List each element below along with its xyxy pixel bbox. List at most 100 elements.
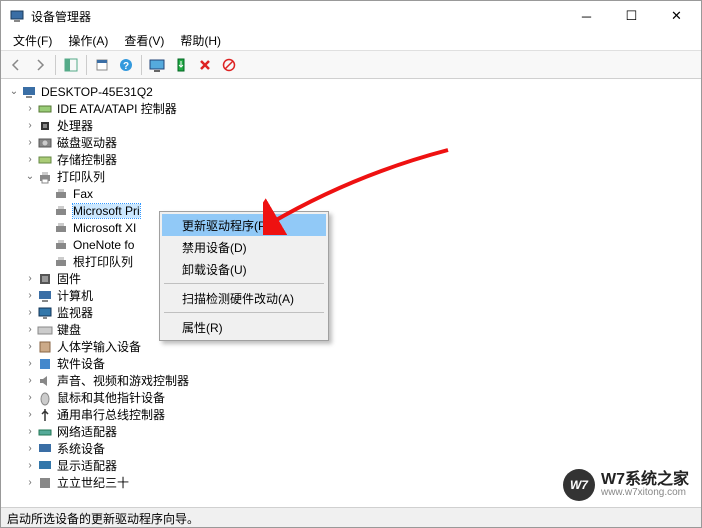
disable-button[interactable] [218,54,240,76]
minimize-button[interactable]: ─ [564,2,609,30]
tree-item-usb[interactable]: › 通用串行总线控制器 [3,406,699,423]
tree-item-mouse[interactable]: › 鼠标和其他指针设备 [3,389,699,406]
tree-item-hid[interactable]: › 人体学输入设备 [3,338,699,355]
tree-label: 存储控制器 [57,151,117,168]
ctx-properties[interactable]: 属性(R) [162,316,326,338]
tree-item-software[interactable]: › 软件设备 [3,355,699,372]
status-text: 启动所选设备的更新驱动程序向导。 [7,512,199,526]
tree-item-keyboard[interactable]: › 键盘 [3,321,699,338]
expand-icon[interactable]: › [23,154,37,165]
devmgmt-icon [9,8,25,24]
expand-icon[interactable]: › [23,443,37,454]
expand-icon[interactable]: › [23,375,37,386]
watermark: W7 W7系统之家 www.w7xitong.com [563,469,689,501]
expand-icon[interactable]: ⌄ [7,86,21,97]
tree-item-network[interactable]: › 网络适配器 [3,423,699,440]
expand-icon[interactable]: › [23,409,37,420]
menu-file[interactable]: 文件(F) [5,30,60,51]
ctx-scan-hardware[interactable]: 扫描检测硬件改动(A) [162,287,326,309]
toolbar-separator [86,55,87,75]
ctx-uninstall-device[interactable]: 卸载设备(U) [162,258,326,280]
expand-icon[interactable]: › [23,290,37,301]
display-icon [37,458,53,474]
tree-item-printq[interactable]: ⌄ 打印队列 [3,168,699,185]
tree-label: 显示适配器 [57,457,117,474]
tree-item-rootprint[interactable]: 根打印队列 [3,253,699,270]
tree-item-msxps[interactable]: Microsoft XI [3,219,699,236]
tree-item-computer[interactable]: › 计算机 [3,287,699,304]
tree-item-firmware[interactable]: › 固件 [3,270,699,287]
forward-button[interactable] [29,54,51,76]
properties-button[interactable] [91,54,113,76]
toolbar: ? [1,51,701,79]
storage-icon [37,152,53,168]
maximize-button[interactable]: ☐ [609,2,654,30]
tree-label: 人体学输入设备 [57,338,141,355]
tree-label: 键盘 [57,321,81,338]
tree-label: Fax [73,187,93,201]
scan-hardware-button[interactable] [146,54,168,76]
mouse-icon [37,390,53,406]
window-title: 设备管理器 [31,8,564,25]
hid-icon [37,339,53,355]
printer-icon [53,220,69,236]
toolbar-separator [141,55,142,75]
ctx-disable-device[interactable]: 禁用设备(D) [162,236,326,258]
menu-help[interactable]: 帮助(H) [172,30,229,51]
show-hide-tree-button[interactable] [60,54,82,76]
tree-label: IDE ATA/ATAPI 控制器 [57,100,177,117]
tree-label: 通用串行总线控制器 [57,406,165,423]
tree-item-sound[interactable]: › 声音、视频和游戏控制器 [3,372,699,389]
ctx-separator [164,283,324,284]
expand-icon[interactable]: › [23,426,37,437]
tree-item-system[interactable]: › 系统设备 [3,440,699,457]
expand-icon[interactable]: ⌄ [23,171,37,182]
tree-item-cpu[interactable]: › 处理器 [3,117,699,134]
tree-label: 计算机 [57,287,93,304]
expand-icon[interactable]: › [23,324,37,335]
computer-icon [37,288,53,304]
device-tree[interactable]: ⌄ DESKTOP-45E31Q2 › IDE ATA/ATAPI 控制器 › … [3,81,699,505]
uninstall-button[interactable] [194,54,216,76]
cpu-icon [37,118,53,134]
printer-icon [53,254,69,270]
expand-icon[interactable]: › [23,460,37,471]
expand-icon[interactable]: › [23,120,37,131]
computer-icon [21,84,37,100]
tree-item-disk[interactable]: › 磁盘驱动器 [3,134,699,151]
menu-action[interactable]: 操作(A) [60,30,116,51]
expand-icon[interactable]: › [23,477,37,488]
printer-icon [53,237,69,253]
svg-text:?: ? [123,61,129,72]
tree-item-onenote[interactable]: OneNote fo [3,236,699,253]
expand-icon[interactable]: › [23,392,37,403]
tree-root[interactable]: ⌄ DESKTOP-45E31Q2 [3,83,699,100]
help-button[interactable]: ? [115,54,137,76]
tree-label: 监视器 [57,304,93,321]
tree-label: 根打印队列 [73,253,133,270]
tree-item-monitor[interactable]: › 监视器 [3,304,699,321]
tree-item-msprint[interactable]: Microsoft Pri [3,202,699,219]
tree-item-ide[interactable]: › IDE ATA/ATAPI 控制器 [3,100,699,117]
device-icon [37,475,53,491]
expand-icon[interactable]: › [23,307,37,318]
back-button[interactable] [5,54,27,76]
usb-icon [37,407,53,423]
menu-view[interactable]: 查看(V) [116,30,172,51]
tree-item-fax[interactable]: Fax [3,185,699,202]
tree-item-storage[interactable]: › 存储控制器 [3,151,699,168]
expand-icon[interactable]: › [23,358,37,369]
network-icon [37,424,53,440]
close-button[interactable]: ✕ [654,2,699,30]
expand-icon[interactable]: › [23,273,37,284]
sound-icon [37,373,53,389]
window-controls: ─ ☐ ✕ [564,2,699,30]
expand-icon[interactable]: › [23,137,37,148]
tree-label: DESKTOP-45E31Q2 [41,85,153,99]
tree-label: 软件设备 [57,355,105,372]
expand-icon[interactable]: › [23,103,37,114]
ctx-update-driver[interactable]: 更新驱动程序(P) [162,214,326,236]
ctx-separator [164,312,324,313]
update-driver-button[interactable] [170,54,192,76]
expand-icon[interactable]: › [23,341,37,352]
